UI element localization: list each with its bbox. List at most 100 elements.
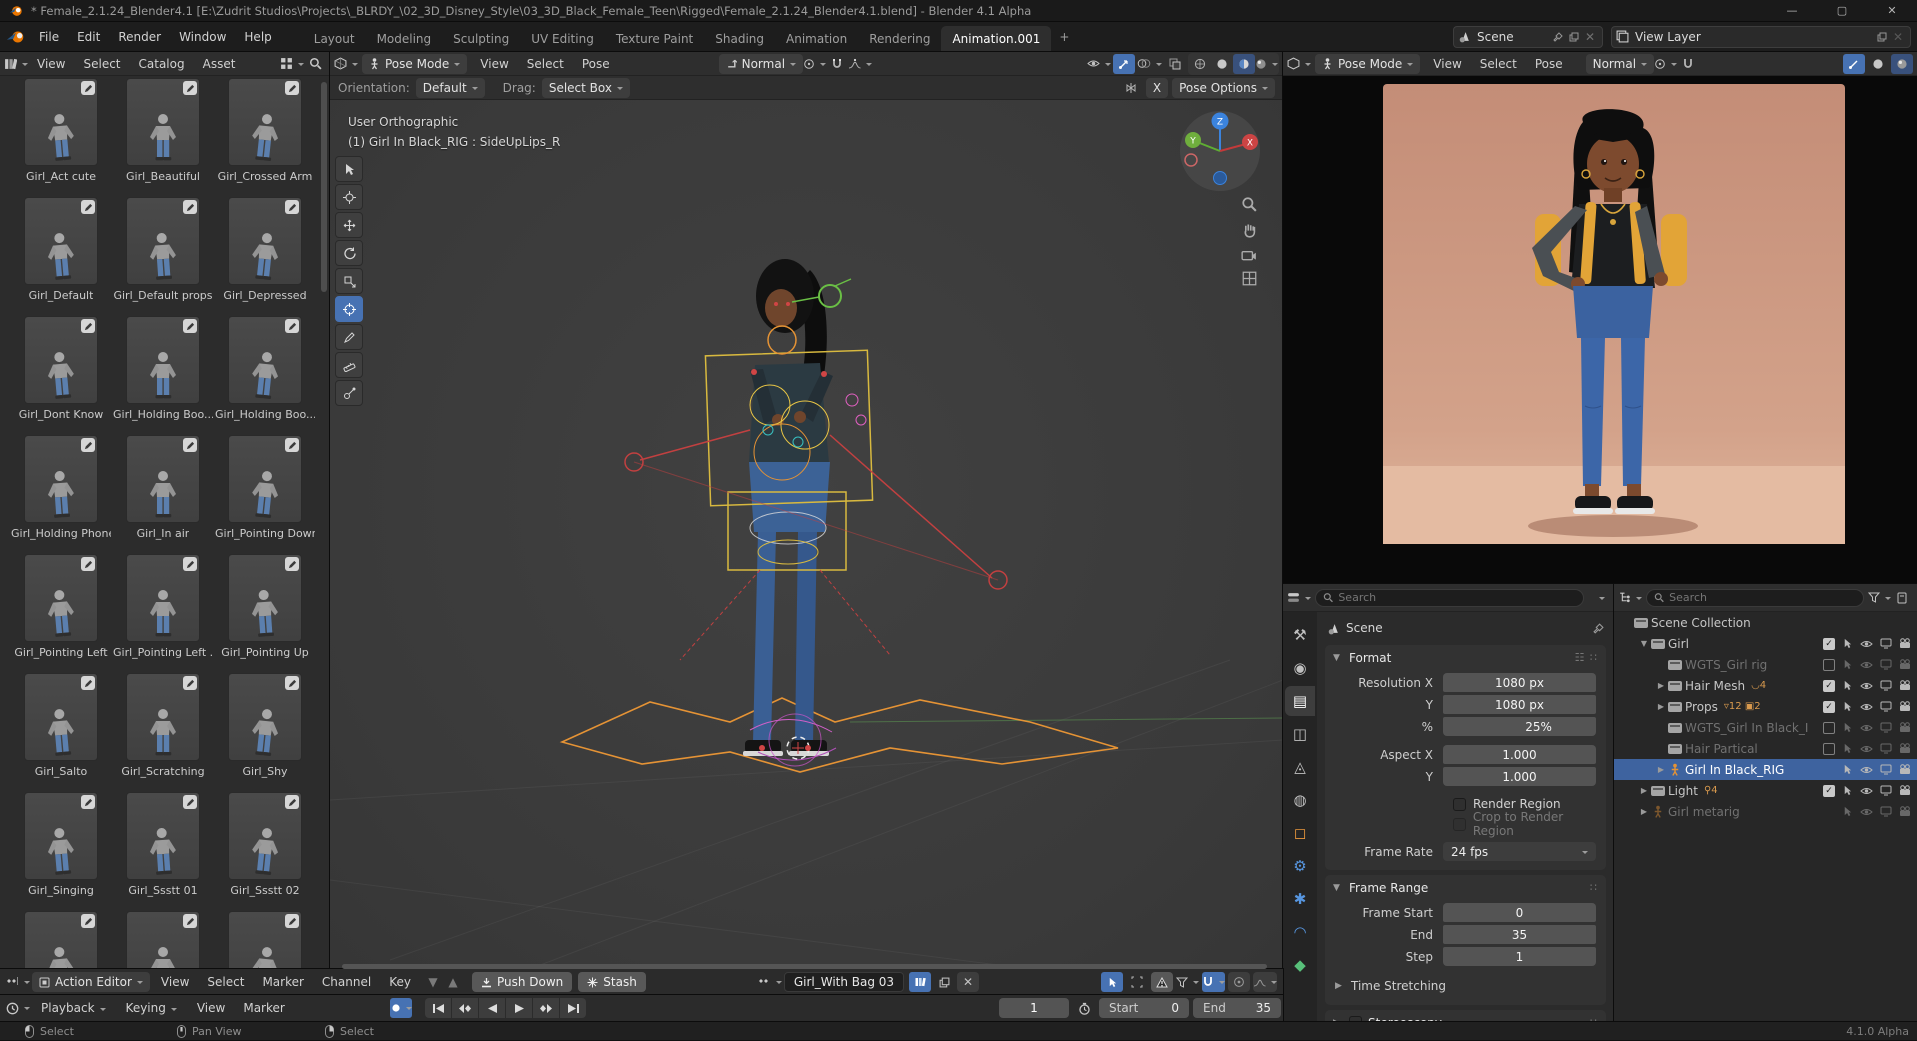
asset-thumbnail[interactable] [228,792,302,880]
new-scene-icon[interactable] [1569,32,1579,42]
maximize-button[interactable]: ▢ [1817,0,1867,22]
hide-eye-icon[interactable] [1860,639,1873,649]
snap-toggle-2[interactable] [1677,54,1699,74]
proportional-falloff-button[interactable] [848,54,872,74]
outliner-item-name[interactable]: WGTS_Girl rig [1685,658,1767,672]
prev-keyframe-button[interactable] [452,998,478,1018]
shading-solid-button-2[interactable] [1867,54,1889,74]
disable-render-icon[interactable] [1899,638,1911,649]
scene-selector[interactable]: Scene ✕ [1453,26,1603,48]
editor-type-dope-sheet[interactable] [6,972,30,992]
outliner-row[interactable]: Hair Partical [1614,738,1917,759]
properties-tab[interactable]: ⚒ [1285,620,1315,650]
viewport-menu-item[interactable]: Select [518,53,573,75]
hide-eye-icon[interactable] [1860,765,1873,775]
frame-step-field[interactable]: 1 [1443,947,1596,966]
disable-render-icon[interactable] [1899,785,1911,796]
editor-type-outliner[interactable] [1618,588,1642,608]
frame-start-field[interactable]: 0 [1443,903,1596,922]
properties-tab[interactable]: ▤ [1285,686,1315,716]
shading-rendered-button-2[interactable] [1891,54,1913,74]
properties-tab[interactable]: ⚙ [1285,851,1315,881]
properties-search-input[interactable] [1338,591,1576,604]
editor-type-3d-viewport[interactable] [334,54,358,74]
disable-render-icon[interactable] [1899,701,1911,712]
asset-thumbnail[interactable] [228,316,302,404]
collection-checkbox[interactable] [1823,722,1835,734]
asset-thumbnail[interactable] [24,673,98,761]
frame-range-panel-title[interactable]: Frame Range [1349,881,1428,895]
menubar-item[interactable]: File [30,26,68,48]
workspace-tab[interactable]: Sculpting [442,26,520,52]
asset-item[interactable]: Girl_Dont Know [10,316,112,435]
asset-item[interactable]: Girl_Depressed [214,197,316,316]
outliner-row[interactable]: ▶ Girl In Black_RIG [1614,759,1917,780]
outliner-search[interactable] [1646,589,1864,607]
asset-item[interactable]: Girl_In air [112,435,214,554]
asset-thumbnail[interactable] [126,316,200,404]
tool-cursor[interactable] [335,184,363,210]
collection-checkbox[interactable] [1823,659,1835,671]
view-layer-selector[interactable]: View Layer ✕ [1611,26,1911,48]
outliner-library-button[interactable] [1891,588,1913,608]
asset-item[interactable]: Girl_Holding Boo... [214,316,316,435]
asset-thumbnail[interactable] [126,911,200,969]
collection-checkbox[interactable]: ✓ [1823,680,1835,692]
expand-arrow[interactable]: ▶ [1654,765,1668,774]
transform-orientation[interactable]: Normal [719,54,803,74]
outliner-item-name[interactable]: Girl metarig [1668,805,1740,819]
asset-thumbnail[interactable] [24,316,98,404]
disable-render-icon[interactable] [1899,764,1911,775]
unlink-action-button[interactable]: ✕ [957,972,979,992]
breadcrumb-scene[interactable]: Scene [1346,621,1383,635]
workspace-tab[interactable]: Modeling [366,26,443,52]
asset-item[interactable]: Girl_Salto [10,673,112,792]
asset-thumbnail[interactable] [24,792,98,880]
expand-arrow[interactable]: ▶ [1654,681,1668,690]
dopesheet-mode-dropdown[interactable]: Action Editor [32,972,150,992]
asset-item[interactable]: Girl_Scratching [112,673,214,792]
asset-item[interactable]: Girl_Singing [10,792,112,911]
push-down-button[interactable]: Push Down [472,972,572,992]
gizmos-toggle-2[interactable] [1843,54,1865,74]
browse-action-button[interactable] [758,972,782,992]
hide-eye-icon[interactable] [1860,723,1873,733]
format-panel-title[interactable]: Format [1349,651,1391,665]
dopesheet-falloff-button[interactable] [1253,972,1277,992]
menubar-item[interactable]: Window [170,26,235,48]
workspace-tab[interactable]: Animation.001 [941,26,1051,52]
asset-item[interactable] [112,911,214,969]
asset-menu-item[interactable]: View [28,53,74,75]
asset-thumbnail[interactable] [126,78,200,166]
outliner-row[interactable]: ▶ Hair Mesh ◡4 ✓ [1614,675,1917,696]
collection-checkbox[interactable] [1823,743,1835,755]
outliner-row[interactable]: WGTS_Girl In Black_I [1614,717,1917,738]
dopesheet-menu-item[interactable]: View [152,971,198,993]
xray-toggle[interactable] [1164,54,1186,74]
mode-selector-2[interactable]: Pose Mode [1315,54,1420,74]
outliner-row[interactable]: ▼ Girl ✓ [1614,633,1917,654]
menubar-item[interactable]: Edit [68,26,109,48]
asset-item[interactable]: Girl_Ssstt 01 [112,792,214,911]
pivot-point-button[interactable] [803,54,826,74]
camera-view-icon[interactable] [1241,248,1257,261]
show-hidden-toggle[interactable] [1126,972,1148,992]
play-reverse-button[interactable] [479,998,505,1018]
new-action-button[interactable] [933,972,955,992]
frame-start-input[interactable]: Start 0 [1099,998,1189,1018]
search-button[interactable] [304,54,326,74]
hide-eye-icon[interactable] [1860,702,1873,712]
frame-rate-dropdown[interactable]: 24 fps [1443,842,1596,861]
pose-options-dropdown[interactable]: Pose Options [1172,78,1275,98]
disable-viewport-icon[interactable] [1880,785,1892,796]
disable-render-icon[interactable] [1899,743,1911,754]
disable-viewport-icon[interactable] [1880,764,1892,775]
asset-item[interactable]: Girl_Holding Boo... [112,316,214,435]
action-asset-button[interactable] [909,972,931,992]
outliner-row[interactable]: ▶ Props ▿12 ▣2 ✓ [1614,696,1917,717]
asset-thumbnail[interactable] [126,435,200,523]
viewport2-menu-item[interactable]: View [1424,53,1470,75]
expand-arrow[interactable]: ▼ [1637,639,1651,648]
drag-mode-dropdown[interactable]: Select Box [542,78,630,98]
asset-item[interactable] [214,911,316,969]
